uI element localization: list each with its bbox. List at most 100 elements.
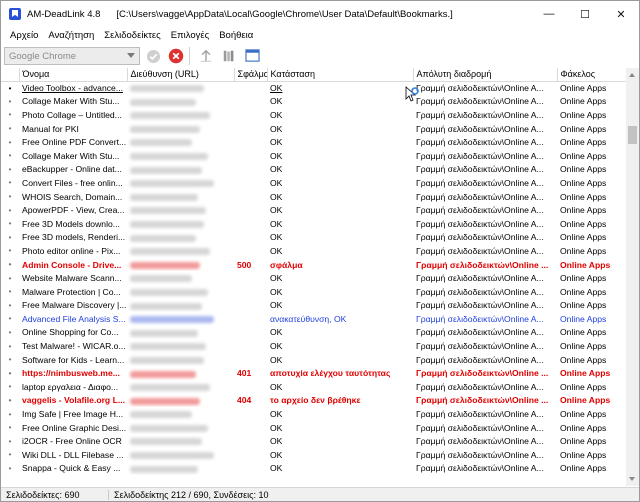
menu-options[interactable]: Επιλογές [166,30,214,41]
cell-folder: Online Apps [560,259,611,270]
cell-folder: Online Apps [560,449,607,460]
table-row[interactable]: • Website Malware Scann... OK Γραμμή σελιδο… [1,271,626,285]
col-header-folder[interactable]: Φάκελος [557,68,626,82]
close-button[interactable]: ✕ [603,1,639,27]
table-row[interactable]: • Software for Kids - Learn... OK Γραμμή σε… [1,353,626,367]
table-row[interactable]: • Free 3D Models downlo... OK Γραμμή σελιδο… [1,217,626,231]
row-marker: • [8,436,12,446]
table-row[interactable]: • Convert Files - free onlin... OK Γραμμή σ… [1,176,626,190]
table-row[interactable]: • Advanced File Analysis S... ανακατεύθυνσ… [1,312,626,326]
row-marker: • [8,341,12,351]
cell-folder: Online Apps [560,300,607,311]
col-header-name[interactable]: Όνομα [19,68,128,82]
row-marker: • [8,219,12,229]
row-marker: • [8,355,12,365]
cell-path: Γραμμή σελιδοδεικτών\Online A... [416,381,544,392]
table-header: Όνομα Διεύθυνση (URL) Σφάλμα Κατάσταση Α… [1,68,626,82]
delete-button[interactable] [166,46,186,66]
cell-name: Img Safe | Free Image H... [22,409,124,420]
cell-url [127,149,234,163]
table-row[interactable]: • i2OCR - Free Online OCR OK Γραμμή σελιδοδ… [1,434,626,448]
bookmark-list-button[interactable] [219,46,239,66]
table-row[interactable]: • Malware Protection | Co... OK Γραμμή σελι… [1,285,626,299]
cell-folder: Online Apps [560,273,607,284]
table-row[interactable]: • Snappa - Quick & Easy ... OK Γραμμή σελιδ… [1,462,626,476]
cell-error [234,326,267,340]
table-row[interactable]: • eBackupper - Online dat... OK Γραμμή σελι… [1,163,626,177]
cell-error [234,271,267,285]
cell-error [234,108,267,122]
cell-name: WHOIS Search, Domain... [22,191,123,202]
maximize-button[interactable]: ☐ [567,1,603,27]
window-view-button[interactable] [242,46,262,66]
redacted-url [130,275,192,283]
table-row[interactable]: • Free Malware Discovery |... OK Γραμμή σελ… [1,299,626,313]
cell-path: Γραμμή σελιδοδεικτών\Online ... [416,259,549,270]
table-row[interactable]: • Img Safe | Free Image H... OK Γραμμή σελι… [1,407,626,421]
row-marker: • [8,260,12,270]
scrollbar-thumb[interactable] [628,126,637,144]
menu-search[interactable]: Αναζήτηση [43,30,99,41]
table-row[interactable]: • Wiki DLL - DLL Filebase ... OK Γραμμή σελ… [1,448,626,462]
minimize-button[interactable]: — [531,1,567,27]
row-marker: • [8,463,12,473]
check-links-button[interactable] [143,46,163,66]
cell-error [234,339,267,353]
cell-error [234,149,267,163]
cell-path: Γραμμή σελιδοδεικτών\Online A... [416,313,544,324]
move-up-button[interactable] [196,46,216,66]
cell-error [234,217,267,231]
table-row[interactable]: • Collage Maker With Stu... OK Γραμμή σελιδ… [1,149,626,163]
cell-error [234,380,267,394]
cell-url [127,366,234,380]
cell-name: Wiki DLL - DLL Filebase ... [22,449,124,460]
table-row[interactable]: • WHOIS Search, Domain... OK Γραμμή σελιδοδ… [1,190,626,204]
cell-url [127,421,234,435]
table-row[interactable]: • Free Online Graphic Desi... OK Γραμμή σελ… [1,421,626,435]
table-row[interactable]: • Manual for PKI OK Γραμμή σελιδοδεικτών\On… [1,122,626,136]
table-row[interactable]: • Free 3D models, Renderi... OK Γραμμή σελι… [1,231,626,245]
cell-name: Convert Files - free onlin... [22,177,123,188]
cell-folder: Online Apps [560,395,611,406]
cell-path: Γραμμή σελιδοδεικτών\Online A... [416,327,544,338]
table-row[interactable]: • vaggelis - Volafile.org L... 404 το αρχεί… [1,394,626,408]
cell-path: Γραμμή σελιδοδεικτών\Online A... [416,463,544,474]
table-row[interactable]: • ApowerPDF - View, Crea... OK Γραμμή σελιδ… [1,203,626,217]
table-row[interactable]: • https://nimbusweb.me... 401 αποτυχία ελέγ… [1,366,626,380]
table-row[interactable]: • Collage Maker With Stu... OK Γραμμή σελιδ… [1,95,626,109]
cell-status: OK [270,123,283,134]
browser-select[interactable]: Google Chrome [4,47,140,65]
col-header-error[interactable]: Σφάλμα [234,68,268,82]
table-row[interactable]: • Free Online PDF Convert... OK Γραμμή σελι… [1,135,626,149]
cell-path: Γραμμή σελιδοδεικτών\Online A... [416,177,544,188]
col-header-path[interactable]: Απόλυτη διαδρομή [413,68,558,82]
cell-status: OK [270,300,283,311]
scroll-up-icon[interactable] [629,73,635,77]
menu-file[interactable]: Αρχείο [1,30,43,41]
menu-help[interactable]: Βοήθεια [214,30,258,41]
cell-error [234,448,267,462]
table-row[interactable]: • laptop εργαλεια - Διαφο... OK Γραμμή σελι… [1,380,626,394]
cell-folder: Online Apps [560,150,607,161]
col-header-url[interactable]: Διεύθυνση (URL) [127,68,235,82]
row-marker: • [8,287,12,297]
col-header-status[interactable]: Κατάσταση [267,68,414,82]
cell-status: OK [270,381,283,392]
scroll-down-icon[interactable] [629,477,635,481]
redacted-url [130,465,198,473]
cell-error [234,244,267,258]
bookmarks-table[interactable]: Όνομα Διεύθυνση (URL) Σφάλμα Κατάσταση Α… [1,68,626,486]
cell-name: Photo editor online - Pix... [22,245,121,256]
menu-bookmarks[interactable]: Σελιδοδείκτες [99,30,166,41]
cell-status: OK [270,205,283,216]
table-row[interactable]: • Photo editor online - Pix... OK Γραμμή σε… [1,244,626,258]
table-row[interactable]: • Test Malware! - WICAR.o... OK Γραμμή σελι… [1,339,626,353]
table-row[interactable]: • Online Shopping for Co... OK Γραμμή σελιδ… [1,326,626,340]
cell-folder: Online Apps [560,205,607,216]
table-row[interactable]: • Admin Console - Drive... 500 σφάλμα Γραμμή… [1,258,626,272]
vertical-scrollbar[interactable] [626,68,639,486]
table-row[interactable]: • Video Toolbox - advance... OK Γραμμή σελι… [1,81,626,95]
cell-url [127,190,234,204]
table-row[interactable]: • Photo Collage – Untitled... OK Γραμμή σελ… [1,108,626,122]
cell-url [127,299,234,313]
